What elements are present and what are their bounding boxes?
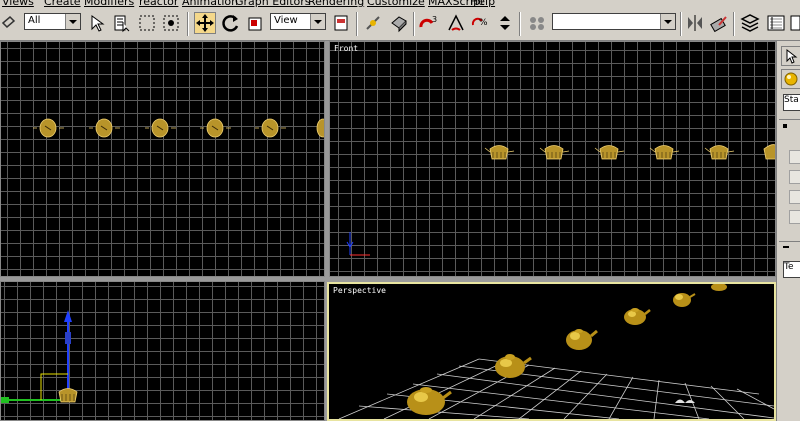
layer-manager-icon[interactable] xyxy=(740,13,760,33)
viewport-top[interactable] xyxy=(0,41,325,277)
object-type-button[interactable] xyxy=(789,190,800,204)
command-panel: Sta Te xyxy=(776,41,800,421)
menu-modifiers[interactable]: Modifiers xyxy=(84,0,134,8)
menu-rendering[interactable]: Rendering xyxy=(308,0,364,8)
viewport-front[interactable]: Front xyxy=(329,41,776,277)
teapot-persp-6[interactable] xyxy=(711,284,727,291)
move-tool-icon[interactable] xyxy=(194,12,216,34)
select-by-name-icon[interactable] xyxy=(112,13,132,33)
teapot-front-6[interactable] xyxy=(763,144,776,160)
teapot-persp-3[interactable] xyxy=(566,329,598,350)
menu-create[interactable]: Create xyxy=(44,0,81,8)
align-icon[interactable] xyxy=(709,13,729,33)
object-type-rollout xyxy=(779,119,800,240)
reference-coordinate-dropdown[interactable]: View xyxy=(270,13,326,30)
front-view-teapots xyxy=(346,144,776,256)
name-color-rollout xyxy=(779,241,800,252)
rollout-toggle-icon[interactable] xyxy=(783,246,789,248)
toolbar-separator xyxy=(413,12,415,36)
object-name-field[interactable]: Te xyxy=(783,261,800,278)
object-name-value: Te xyxy=(784,262,794,272)
selection-filter-value: All xyxy=(28,15,41,26)
command-panel-create-tab[interactable] xyxy=(781,46,800,66)
menu-reactor[interactable]: reactor xyxy=(139,0,178,8)
teapot-persp-4[interactable] xyxy=(624,308,651,325)
rectangular-selection-icon[interactable] xyxy=(137,13,157,33)
svg-text:3: 3 xyxy=(432,15,437,24)
teapot-left-stack[interactable] xyxy=(58,388,78,403)
select-manipulate-icon[interactable] xyxy=(363,13,383,33)
teapot-top-6[interactable] xyxy=(316,118,325,138)
top-view-teapots xyxy=(33,118,325,138)
geometry-category-icon[interactable] xyxy=(781,69,800,89)
axis-tripod-front xyxy=(346,232,370,256)
menu-animation[interactable]: Animation xyxy=(182,0,238,8)
perspective-teapots xyxy=(407,284,727,415)
toolbar-separator xyxy=(187,12,189,36)
selection-filter-dropdown[interactable]: All xyxy=(24,13,81,30)
toolbar-separator xyxy=(519,12,521,36)
rollout-toggle-icon[interactable] xyxy=(783,124,787,128)
teapot-front-2[interactable] xyxy=(539,145,570,160)
window-crossing-icon[interactable] xyxy=(161,13,181,33)
teapot-front-4[interactable] xyxy=(649,145,680,160)
menu-bar: Views Create Modifiers reactor Animation… xyxy=(0,0,800,8)
percent-snap-icon[interactable]: % xyxy=(470,13,490,33)
rotate-tool-icon[interactable] xyxy=(221,13,241,33)
snap-3d-icon[interactable]: 3 xyxy=(418,13,442,33)
left-view-content xyxy=(1,310,78,403)
transform-gizmo[interactable] xyxy=(1,310,72,403)
perspective-grid xyxy=(338,358,774,419)
menu-views[interactable]: Views xyxy=(2,0,34,8)
angle-snap-icon[interactable] xyxy=(446,13,466,33)
teapot-front-3[interactable] xyxy=(594,145,625,160)
object-type-button[interactable] xyxy=(789,170,800,184)
object-type-dropdown-value: Sta xyxy=(784,95,799,105)
pivot-center-icon[interactable] xyxy=(332,13,352,33)
viewport-left[interactable] xyxy=(0,281,325,421)
toolbar-separator xyxy=(733,12,735,36)
viewport-perspective[interactable]: Perspective xyxy=(327,282,776,421)
toolbar-separator xyxy=(356,12,358,36)
chevron-down-icon xyxy=(660,14,675,29)
menu-help[interactable]: Help xyxy=(470,0,495,8)
perspective-scene xyxy=(338,284,774,419)
select-object-icon[interactable] xyxy=(88,13,108,33)
toolbar-overflow-icon[interactable] xyxy=(790,13,800,33)
svg-text:%: % xyxy=(479,18,488,28)
teapot-front-1[interactable] xyxy=(484,145,515,160)
keyboard-shortcut-icon[interactable] xyxy=(389,13,409,33)
curve-editor-icon[interactable] xyxy=(766,13,786,33)
main-toolbar: All View 3 % xyxy=(0,8,800,41)
mirror-icon[interactable] xyxy=(685,13,705,33)
unlink-icon[interactable] xyxy=(0,13,18,33)
toolbar-separator xyxy=(680,12,682,36)
teapot-front-5[interactable] xyxy=(704,145,735,160)
object-type-button[interactable] xyxy=(789,150,800,164)
teapot-persp-5[interactable] xyxy=(673,293,696,307)
edit-named-selections-icon[interactable] xyxy=(526,13,548,33)
menu-graph-editors[interactable]: Graph Editors xyxy=(235,0,311,8)
object-type-button[interactable] xyxy=(789,210,800,224)
scale-tool-icon[interactable] xyxy=(246,13,266,33)
menu-customize[interactable]: Customize xyxy=(367,0,425,8)
chevron-down-icon xyxy=(65,14,80,29)
chevron-down-icon xyxy=(310,14,325,29)
named-selection-dropdown[interactable] xyxy=(552,13,676,30)
viewport-area: Front Perspective xyxy=(0,41,776,421)
spinner-snap-icon[interactable] xyxy=(495,13,515,33)
reference-coordinate-value: View xyxy=(274,15,298,26)
object-type-dropdown[interactable]: Sta xyxy=(783,94,800,111)
